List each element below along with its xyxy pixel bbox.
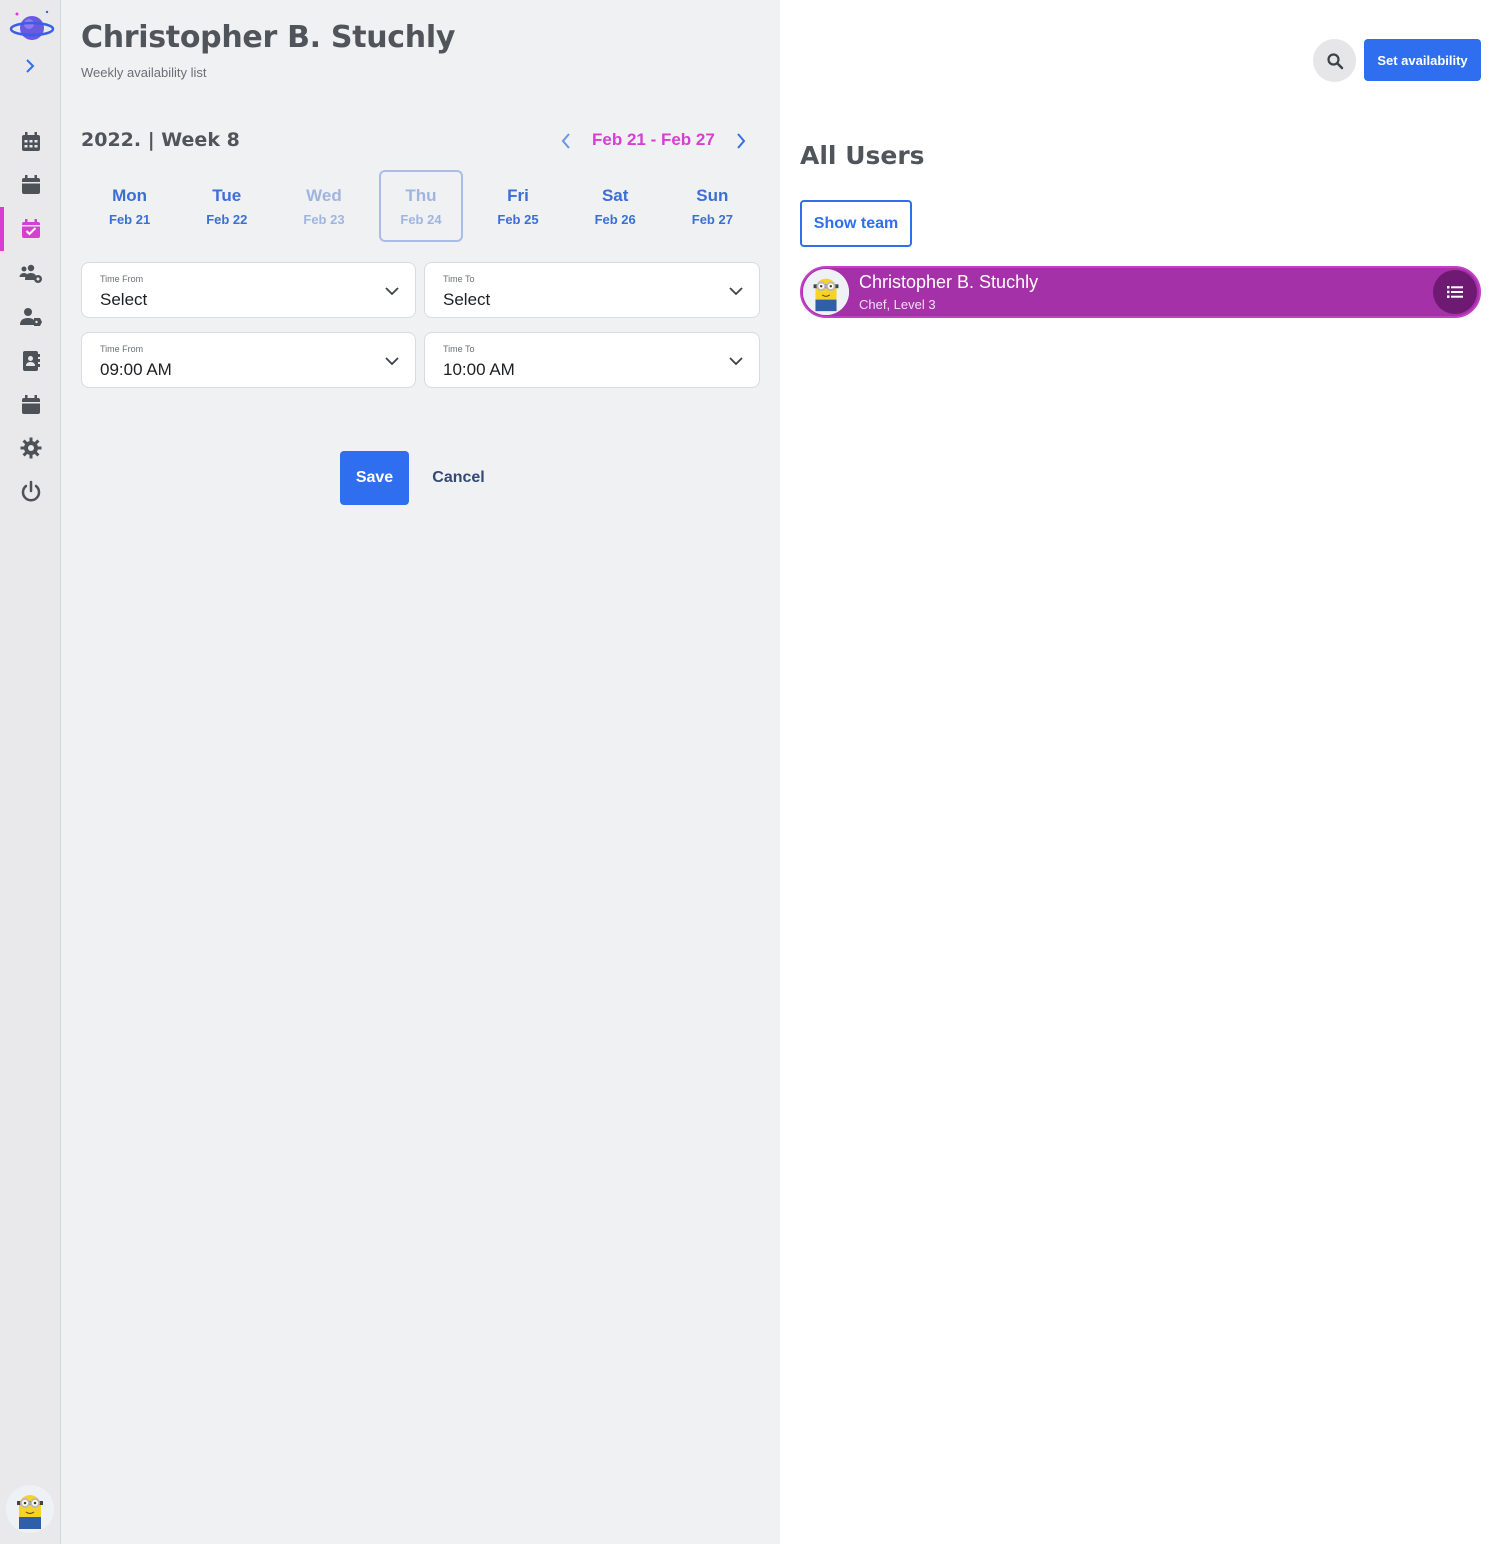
chevron-down-icon xyxy=(385,287,399,296)
power-icon[interactable] xyxy=(0,470,61,514)
list-icon[interactable] xyxy=(1433,270,1477,314)
user-list-item[interactable]: Christopher B. Stuchly Chef, Level 3 xyxy=(800,266,1481,318)
save-button[interactable]: Save xyxy=(340,451,409,505)
day-selector: Mon Feb 21 Tue Feb 22 Wed Feb 23 Thu Feb 24 … xyxy=(81,170,761,244)
calendar-alt-icon[interactable] xyxy=(0,383,61,427)
calendar-grid-icon[interactable] xyxy=(0,120,61,164)
users-cog-icon[interactable] xyxy=(0,251,61,295)
avatar xyxy=(803,269,849,315)
time-from-select[interactable]: Time From Select xyxy=(81,262,416,318)
day-wed[interactable]: Wed Feb 23 xyxy=(275,170,372,242)
calendar-check-icon[interactable] xyxy=(0,207,61,251)
gear-icon[interactable] xyxy=(0,426,61,470)
time-to-select[interactable]: Time To 10:00 AM xyxy=(424,332,760,388)
page-subtitle: Weekly availability list xyxy=(81,65,207,80)
next-week-icon[interactable] xyxy=(729,129,753,153)
sidebar xyxy=(0,0,61,1544)
search-icon xyxy=(1326,52,1343,69)
user-role: Chef, Level 3 xyxy=(859,297,936,312)
time-to-select[interactable]: Time To Select xyxy=(424,262,760,318)
day-fri[interactable]: Fri Feb 25 xyxy=(469,170,566,242)
week-range: Feb 21 - Feb 27 xyxy=(592,130,715,149)
previous-week-icon[interactable] xyxy=(554,129,578,153)
show-team-button[interactable]: Show team xyxy=(800,200,912,247)
section-title: All Users xyxy=(800,141,925,170)
day-sat[interactable]: Sat Feb 26 xyxy=(567,170,664,242)
user-tag-icon[interactable] xyxy=(0,295,61,339)
day-sun[interactable]: Sun Feb 27 xyxy=(664,170,761,242)
week-label: 2022. | Week 8 xyxy=(81,129,240,151)
chevron-down-icon xyxy=(729,357,743,366)
day-thu[interactable]: Thu Feb 24 xyxy=(378,170,464,242)
planet-logo-icon[interactable] xyxy=(9,6,55,46)
calendar-icon[interactable] xyxy=(0,163,61,207)
cancel-button[interactable]: Cancel xyxy=(421,451,496,505)
user-name: Christopher B. Stuchly xyxy=(859,272,1039,292)
avatar[interactable] xyxy=(6,1485,54,1533)
address-book-icon[interactable] xyxy=(0,339,61,383)
time-from-select[interactable]: Time From 09:00 AM xyxy=(81,332,416,388)
expand-sidebar-icon[interactable] xyxy=(20,56,40,76)
availability-panel: Christopher B. Stuchly Weekly availabili… xyxy=(61,0,780,1544)
chevron-down-icon xyxy=(729,287,743,296)
day-mon[interactable]: Mon Feb 21 xyxy=(81,170,178,242)
page-title: Christopher B. Stuchly xyxy=(81,20,456,55)
day-tue[interactable]: Tue Feb 22 xyxy=(178,170,275,242)
search-button[interactable] xyxy=(1313,39,1356,82)
set-availability-button[interactable]: Set availability xyxy=(1364,39,1481,81)
chevron-down-icon xyxy=(385,357,399,366)
